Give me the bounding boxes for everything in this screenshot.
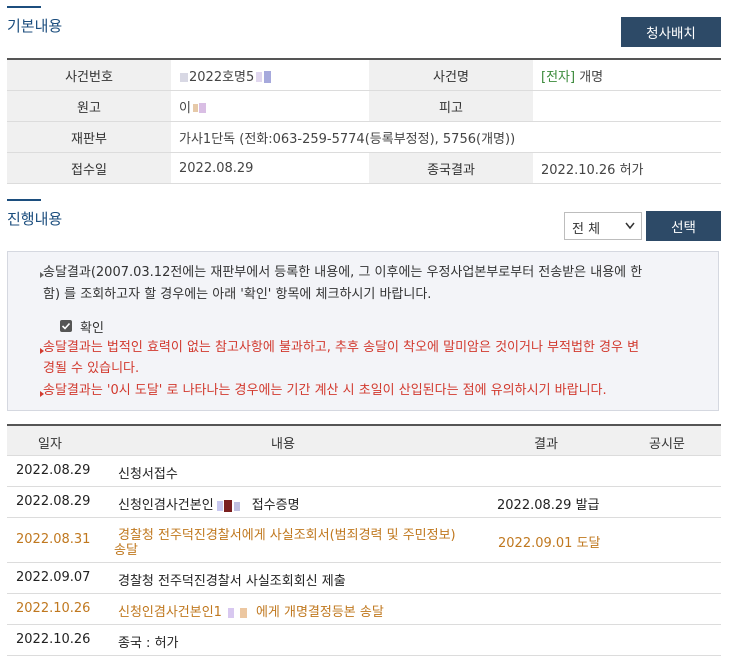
notice-line: 함) 를 조회하고자 할 경우에는 아래 '확인' 항목에 체크하시기 바랍니다…	[43, 287, 432, 302]
table-row: 2022.10.26 신청인겸사건본인1 에게 개명결정등본 송달	[7, 594, 721, 625]
row-content: 신청서접수	[118, 467, 178, 482]
row-date: 2022.08.29	[16, 463, 91, 478]
row-date: 2022.08.29	[16, 494, 91, 509]
redacted-mark	[180, 73, 188, 82]
table-row: 2022.08.29 신청인겸사건본인 접수증명 2022.08.29 발급	[7, 487, 721, 518]
case-number-value: 2022호명5	[171, 59, 369, 91]
row-content: 신청인겸사건본인1 에게 개명결정등본 송달	[118, 605, 384, 620]
row-date: 2022.09.07	[16, 570, 91, 585]
row-result: 2022.08.29 발급	[497, 498, 600, 513]
section-title-accent	[7, 6, 41, 8]
case-info-table: 사건번호 2022호명5 사건명 [전자] 개명 원고 이 피고 재판부 가사1…	[7, 58, 721, 184]
column-header-public: 공시문	[649, 437, 685, 452]
table-row: 2022.10.26 종국 : 허가	[7, 625, 721, 656]
table-row: 2022.08.29 신청서접수	[7, 456, 721, 487]
final-result-value: 2022.10.26 허가	[533, 152, 721, 184]
redacted-mark	[227, 607, 247, 618]
court-assign-button[interactable]: 청사배치	[621, 17, 721, 47]
progress-filter-select[interactable]: 전 체	[564, 212, 642, 240]
filing-date-label: 접수일	[7, 152, 171, 184]
row-content: 신청인겸사건본인 접수증명	[118, 498, 300, 513]
final-result-label: 종국결과	[369, 152, 533, 184]
defendant-label: 피고	[369, 90, 533, 122]
column-header-date: 일자	[38, 437, 62, 452]
redacted-mark	[216, 499, 240, 512]
court-label: 재판부	[7, 121, 171, 153]
case-info-row: 원고 이 피고	[7, 90, 721, 122]
checkmark-icon	[61, 322, 71, 330]
select-button[interactable]: 선택	[646, 211, 721, 241]
row-content: 경찰청 전주덕진경찰서 사실조회회신 제출	[118, 574, 346, 589]
redacted-mark	[192, 103, 206, 113]
basic-section-title: 기본내용	[7, 17, 63, 35]
row-content: 종국 : 허가	[118, 636, 179, 651]
case-info-row: 재판부 가사1단독 (전화:063-259-5774(등록부정정), 5756(…	[7, 121, 721, 153]
section-title-accent	[7, 199, 41, 201]
confirm-checkbox-label: 확인	[80, 321, 104, 336]
plaintiff-value: 이	[171, 90, 369, 122]
row-content-continued: 송달	[114, 543, 138, 558]
row-date: 2022.10.26	[16, 601, 91, 616]
notice-line: 송달결과는 '0시 도달' 로 나타나는 경우에는 기간 계산 시 초일이 산입…	[43, 383, 607, 398]
case-info-row: 사건번호 2022호명5 사건명 [전자] 개명	[7, 59, 721, 91]
notice-line: 송달결과는 법적인 효력이 없는 참고사항에 불과하고, 추후 송달이 착오에 …	[43, 340, 640, 355]
column-header-content: 내용	[271, 437, 295, 452]
table-row: 2022.09.07 경찰청 전주덕진경찰서 사실조회회신 제출	[7, 563, 721, 594]
case-name-value: [전자] 개명	[533, 59, 721, 91]
case-info-row: 접수일 2022.08.29 종국결과 2022.10.26 허가	[7, 152, 721, 184]
table-row: 2022.08.31 경찰청 전주덕진경찰서에게 사실조회서(범죄경력 및 주민…	[7, 518, 721, 563]
chevron-down-icon	[625, 222, 635, 230]
progress-table-header: 일자 내용 결과 공시문	[7, 424, 721, 456]
filing-date-value: 2022.08.29	[171, 152, 369, 184]
plaintiff-label: 원고	[7, 90, 171, 122]
defendant-value	[533, 90, 721, 122]
notice-line: 경될 수 있습니다.	[43, 361, 140, 376]
notice-line: 송달결과(2007.03.12전에는 재판부에서 등록한 내용에, 그 이후에는…	[43, 265, 643, 280]
row-content: 경찰청 전주덕진경찰서에게 사실조회서(범죄경력 및 주민정보)	[118, 528, 456, 543]
row-date: 2022.08.31	[16, 532, 91, 547]
court-value: 가사1단독 (전화:063-259-5774(등록부정정), 5756(개명))	[171, 121, 721, 153]
row-date: 2022.10.26	[16, 632, 91, 647]
confirm-checkbox[interactable]	[60, 320, 72, 332]
case-name-label: 사건명	[369, 59, 533, 91]
progress-filter-value: 전 체	[572, 222, 601, 237]
progress-section-title: 진행내용	[7, 210, 63, 228]
column-header-result: 결과	[534, 437, 558, 452]
row-result: 2022.09.01 도달	[498, 536, 601, 551]
redacted-mark	[256, 71, 272, 83]
case-number-label: 사건번호	[7, 59, 171, 91]
